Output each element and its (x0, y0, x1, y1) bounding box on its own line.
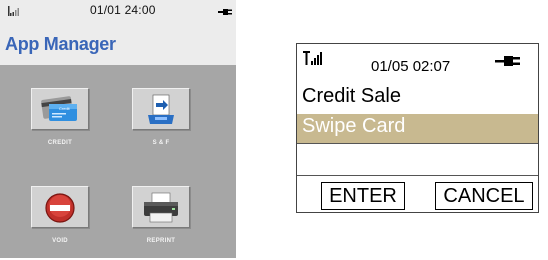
tile-label-reprint: REPRINT (146, 238, 176, 244)
no-entry-icon (45, 193, 75, 223)
cancel-button[interactable]: CANCEL (435, 182, 533, 210)
status-bar: 01/01 24:00 (0, 0, 236, 22)
card-text: Credit (59, 106, 70, 111)
printer-icon (144, 192, 178, 223)
transaction-type-label: Credit Sale (302, 85, 401, 107)
swipe-card-prompt: Swipe Card (302, 115, 406, 137)
credit-tile-button[interactable]: Credit (31, 88, 89, 130)
input-field[interactable] (297, 144, 538, 175)
tile-label-void: VOID (52, 238, 68, 244)
page-title: App Manager (5, 34, 116, 54)
tile-label-store-forward: S & F (152, 140, 170, 146)
tile-label-credit: CREDIT (47, 140, 73, 146)
status-time: 01/05 02:07 (371, 58, 451, 75)
enter-button[interactable]: ENTER (321, 182, 405, 210)
signal-icon (8, 6, 19, 16)
status-time: 01/01 24:00 (90, 3, 156, 17)
plug-icon (495, 56, 520, 66)
reprint-tile-button[interactable] (132, 186, 190, 228)
plug-icon (218, 9, 232, 15)
app-manager-screen: 01/01 24:00 App Manager Credit CREDIT S … (0, 0, 236, 258)
divider (297, 175, 538, 176)
store-forward-icon (148, 94, 174, 124)
void-tile-button[interactable] (31, 186, 89, 228)
signal-icon (303, 51, 322, 65)
store-forward-tile-button[interactable] (132, 88, 190, 130)
credit-sale-screen: 01/05 02:07 Credit Sale Swipe Card ENTER… (296, 43, 539, 213)
